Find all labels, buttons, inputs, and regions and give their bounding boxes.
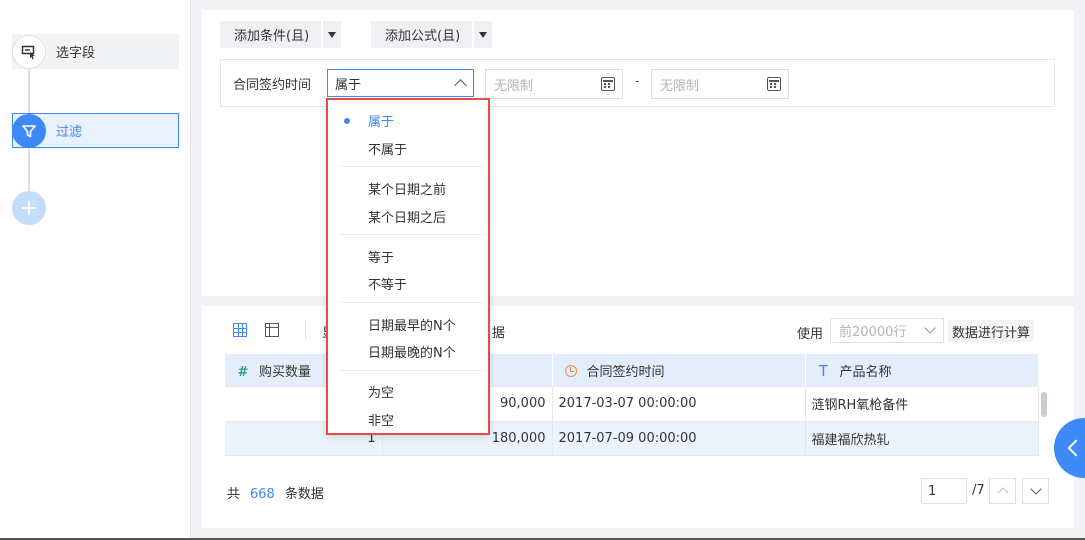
calendar-icon[interactable] [767,77,781,91]
range-separator: - [635,74,640,89]
add-condition-button[interactable]: 添加条件(且) [220,21,342,48]
add-formula-button[interactable]: 添加公式(且) [371,21,493,48]
preview-label-partial-right: 据 [492,326,506,341]
condition-field-label: 合同签约时间 [233,78,312,93]
column-header[interactable]: T 产品名称 [805,354,1039,387]
step-select-fields[interactable]: 选字段 [12,34,179,69]
total-suffix: 条数据 [284,487,324,502]
table-cell: 2017-07-09 00:00:00 [552,421,806,456]
start-date-placeholder: 无限制 [494,78,534,94]
dropdown-item-not-equals[interactable]: 不等于 [368,274,407,293]
date-type-icon [563,365,579,380]
step-filter-label: 过滤 [56,125,83,140]
prev-page-button[interactable] [989,478,1016,504]
dropdown-divider [340,234,486,235]
text-type-icon: T [818,362,829,380]
layout-view-icon[interactable] [265,323,279,337]
add-condition-dropdown[interactable] [321,21,341,48]
table-cell: 涟钢RH氧枪备件 [805,387,1039,422]
chevron-up-icon [454,79,467,92]
column-header-label: 产品名称 [839,365,892,380]
table-cell: 2017-03-07 00:00:00 [552,387,806,422]
current-page: 1 [928,483,937,499]
dropdown-item-earliest-n[interactable]: 日期最早的N个 [368,315,456,334]
caret-down-icon [479,31,488,38]
operator-select[interactable]: 属于 [327,69,474,97]
total-count: 668 [250,487,275,502]
column-header-label: 合同签约时间 [586,365,665,380]
dropdown-item-after-date[interactable]: 某个日期之后 [368,207,446,226]
operator-value: 属于 [335,77,362,93]
dropdown-item-equals[interactable]: 等于 [368,247,394,266]
column-header[interactable]: 合同签约时间 [552,354,806,387]
select-field-icon [12,34,46,69]
chevron-up-icon [997,487,1009,499]
total-prefix: 共 [227,487,241,502]
dropdown-item-not-empty[interactable]: 非空 [368,410,394,429]
step-filter[interactable]: 过滤 [12,113,179,148]
step-select-fields-label: 选字段 [56,46,96,61]
dropdown-item-latest-n[interactable]: 日期最晚的N个 [368,342,456,361]
page-number-input[interactable]: 1 [921,478,967,504]
end-date-input[interactable]: 无限制 [651,69,789,99]
table-cell: 福建福欣热轧 [805,421,1039,456]
chevron-down-icon [1030,483,1042,495]
column-header-label: 购买数量 [259,365,312,380]
table-view-icon[interactable] [233,323,247,337]
dropdown-item-not-belongs[interactable]: 不属于 [368,139,407,158]
add-formula-dropdown[interactable] [472,21,492,48]
dropdown-item-belongs[interactable]: 属于 [368,111,394,130]
end-date-placeholder: 无限制 [660,78,700,94]
dropdown-divider [340,166,486,167]
add-step-button[interactable]: + [12,191,46,225]
add-condition-label: 添加条件(且) [234,29,310,44]
dropdown-divider [340,370,486,371]
dropdown-item-is-empty[interactable]: 为空 [368,382,394,401]
calendar-icon[interactable] [601,77,615,91]
plus-icon: + [19,195,39,221]
total-pages: /7 [972,483,985,498]
caret-down-icon [328,31,337,38]
table-scrollbar[interactable] [1041,392,1047,417]
filter-icon [12,113,46,148]
start-date-input[interactable]: 无限制 [485,69,623,99]
chevron-left-icon [1067,439,1085,457]
calc-label: 数据进行计算 [948,320,1035,342]
next-page-button[interactable] [1022,478,1049,504]
row-limit-placeholder: 前20000行 [839,325,907,340]
row-limit-select[interactable]: 前20000行 [830,318,944,343]
use-label: 使用 [797,327,824,342]
total-count-text: 共 668 条数据 [227,483,324,502]
toolbar-divider [305,320,306,340]
dropdown-item-before-date[interactable]: 某个日期之前 [368,179,446,198]
number-type-icon: # [237,365,249,380]
dropdown-divider [340,302,486,303]
chevron-down-icon [924,322,936,334]
operator-dropdown: 属于 不属于 某个日期之前 某个日期之后 等于 不等于 日期最早的N个 日期最晚… [326,98,490,435]
add-formula-label: 添加公式(且) [385,29,461,44]
selected-dot-icon [344,118,350,124]
step-panel: 选字段 过滤 + [0,0,191,540]
